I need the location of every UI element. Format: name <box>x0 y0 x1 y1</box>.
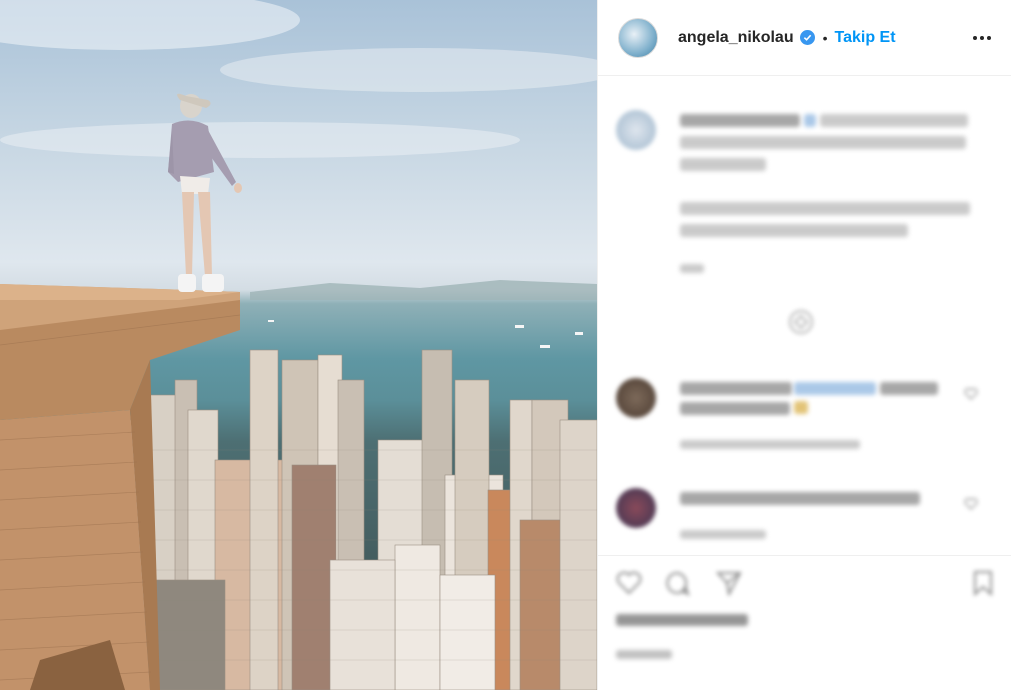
comment-mention <box>794 382 876 395</box>
comment-meta <box>680 440 860 449</box>
heart-icon[interactable] <box>616 570 642 596</box>
verified-badge-icon <box>799 30 815 45</box>
post-side-panel: angela_nikolau • Takip Et <box>597 0 1011 690</box>
follow-button[interactable]: Takip Et <box>835 29 896 47</box>
comment-line <box>680 492 920 505</box>
cityscape-image <box>0 0 597 690</box>
post-photo[interactable] <box>0 0 597 690</box>
comment-icon[interactable] <box>664 570 690 596</box>
comments-area <box>598 76 1011 555</box>
comment-avatar <box>616 488 656 528</box>
user-avatar[interactable] <box>618 17 658 58</box>
more-options-icon[interactable] <box>971 30 993 46</box>
comment-line <box>680 382 792 395</box>
separator-dot: • <box>822 29 828 46</box>
caption-verified-blur <box>804 114 816 127</box>
comment-meta <box>680 530 766 539</box>
caption-line <box>680 224 908 237</box>
caption-avatar <box>616 110 656 150</box>
caption-line <box>820 114 968 127</box>
caption-line <box>680 158 766 171</box>
instagram-post: angela_nikolau • Takip Et <box>0 0 1011 690</box>
share-icon[interactable] <box>716 570 742 596</box>
comment-like-icon[interactable] <box>964 388 978 400</box>
post-actions-bar <box>598 555 1011 690</box>
caption-line <box>680 114 800 127</box>
post-date <box>616 650 672 659</box>
bookmark-icon[interactable] <box>970 570 996 596</box>
likes-count[interactable] <box>616 614 748 626</box>
caption-line <box>680 136 966 149</box>
caption-line <box>680 202 970 215</box>
load-more-icon[interactable] <box>785 306 817 338</box>
comment-like-icon[interactable] <box>964 498 978 510</box>
post-header: angela_nikolau • Takip Et <box>598 0 1011 76</box>
username-link[interactable]: angela_nikolau <box>678 29 794 47</box>
comment-line <box>880 382 938 395</box>
caption-time <box>680 264 704 273</box>
comment-avatar <box>616 378 656 418</box>
comment-line <box>680 402 790 415</box>
comment-emoji <box>794 401 808 414</box>
